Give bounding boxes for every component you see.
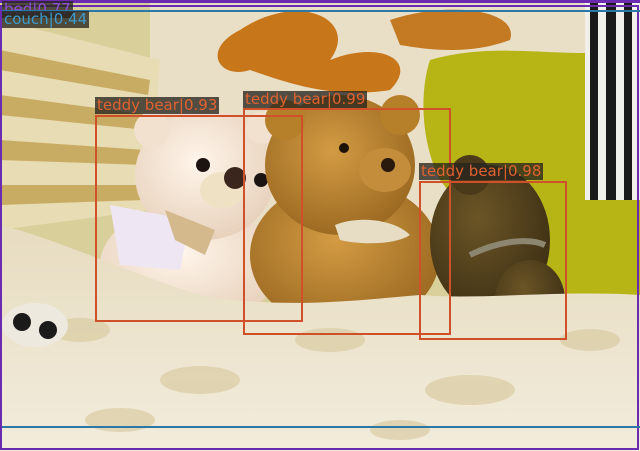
teddy-bear-bounding-box xyxy=(419,181,567,340)
teddy-bear-label: teddy bear|0.98 xyxy=(419,162,544,180)
teddy-bear-label: teddy bear|0.99 xyxy=(243,90,368,108)
teddy-bear-label: teddy bear|0.93 xyxy=(95,96,220,114)
couch-label: couch|0.44 xyxy=(2,10,90,28)
bed-top-line xyxy=(0,0,640,3)
